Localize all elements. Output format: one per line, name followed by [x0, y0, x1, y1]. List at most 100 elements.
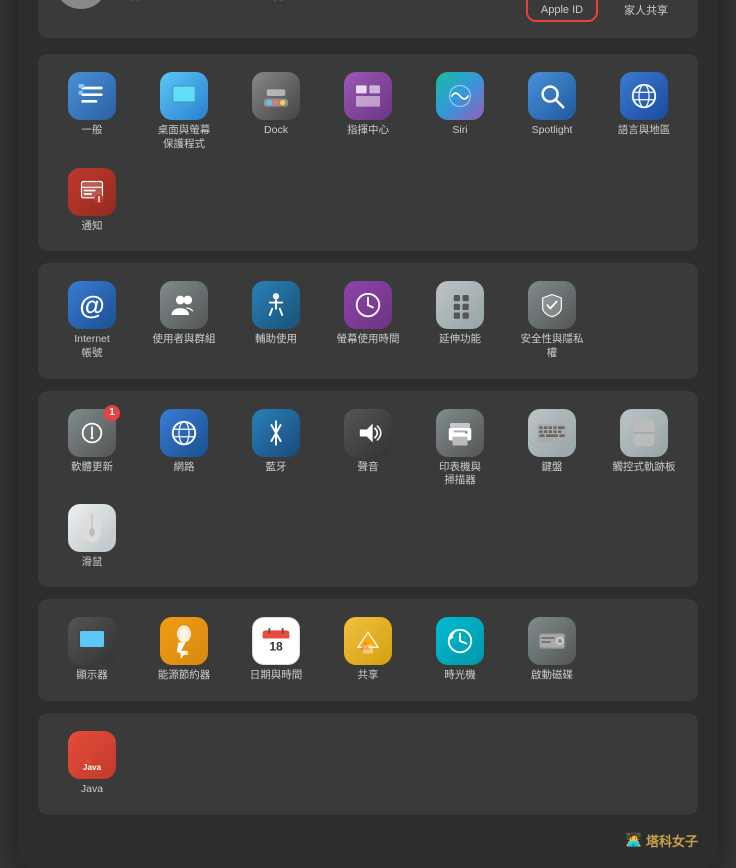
network-icon: [169, 418, 199, 448]
pref-desktop[interactable]: 桌面與螢幕 保護程式: [140, 68, 228, 155]
datetime-icon: 18: [260, 625, 292, 657]
apple-id-button[interactable]: Apple ID: [526, 0, 598, 22]
users-icon: [169, 290, 199, 320]
pref-keyboard-label: 鍵盤: [542, 461, 563, 475]
pref-accessibility[interactable]: 輔助使用: [232, 277, 320, 364]
pref-datetime[interactable]: 18 日期與時間: [232, 613, 320, 687]
pref-network[interactable]: 網路: [140, 405, 228, 492]
content-area: 👤 Rachel Jian Apple ID、iCloud、媒體與 App St…: [18, 0, 718, 868]
pref-mission-label: 指揮中心: [347, 124, 389, 138]
profile-section: 👤 Rachel Jian Apple ID、iCloud、媒體與 App St…: [38, 0, 698, 38]
pref-extensions-label: 延伸功能: [439, 333, 481, 347]
pref-displays[interactable]: 顯示器: [48, 613, 136, 687]
pref-keyboard[interactable]: 鍵盤: [508, 405, 596, 492]
main-window: ‹ › ⠿ 系統偏好設定 🔍 👤 Rachel Jian Apple ID、iC…: [18, 0, 718, 868]
pref-language[interactable]: 語言與地區: [600, 68, 688, 155]
keyboard-icon: [536, 422, 568, 444]
family-sharing-label: 家人共享: [624, 2, 668, 18]
pref-sharing-label: 共享: [358, 669, 379, 683]
trackpad-icon: [630, 417, 658, 449]
pref-bluetooth-label: 藍牙: [266, 461, 287, 475]
pref-sound[interactable]: 聲音: [324, 405, 412, 492]
startup-icon: [536, 628, 568, 654]
pref-network-label: 網路: [174, 461, 195, 475]
pref-internet-label: Internet 帳號: [74, 333, 110, 360]
svg-text:18: 18: [269, 640, 283, 654]
grid-section-4: 顯示器 能源節約器: [38, 599, 698, 701]
profile-info: Rachel Jian Apple ID、iCloud、媒體與 App Stor…: [122, 0, 526, 2]
accessibility-icon: [261, 290, 291, 320]
icon-grid-1: 一般 桌面與螢幕 保護程式: [48, 68, 688, 237]
pref-bluetooth[interactable]: 藍牙: [232, 405, 320, 492]
pref-internet[interactable]: @ Internet 帳號: [48, 277, 136, 364]
pref-timemachine[interactable]: 時光機: [416, 613, 504, 687]
pref-security[interactable]: 安全性與隱私權: [508, 277, 596, 364]
icon-grid-5: Java Java: [48, 727, 688, 801]
pref-users[interactable]: 使用者與群組: [140, 277, 228, 364]
notifications-icon: [78, 178, 106, 206]
profile-subtitle: Apple ID、iCloud、媒體與 App Store: [122, 0, 526, 2]
avatar: 👤: [54, 0, 108, 9]
grid-section-5: Java Java: [38, 713, 698, 815]
pref-printers[interactable]: 印表機與 掃描器: [416, 405, 504, 492]
pref-displays-label: 顯示器: [76, 669, 108, 683]
mission-control-icon: [352, 80, 384, 112]
svg-text:Java: Java: [83, 763, 102, 770]
pref-mission[interactable]: 指揮中心: [324, 68, 412, 155]
pref-dock-label: Dock: [264, 124, 288, 138]
language-icon: [629, 81, 659, 111]
pref-datetime-label: 日期與時間: [250, 669, 303, 683]
software-update-icon: [78, 419, 106, 447]
pref-printers-label: 印表機與 掃描器: [439, 461, 481, 488]
pref-mouse-label: 滑鼠: [82, 556, 103, 570]
java-icon: Java: [78, 740, 106, 770]
pref-dock[interactable]: Dock: [232, 68, 320, 155]
timemachine-icon: [445, 626, 475, 656]
pref-trackpad[interactable]: 觸控式軌跡板: [600, 405, 688, 492]
pref-accessibility-label: 輔助使用: [255, 333, 297, 347]
pref-energy-label: 能源節約器: [158, 669, 211, 683]
screentime-icon: [353, 290, 383, 320]
software-update-badge: 1: [104, 405, 120, 421]
pref-language-label: 語言與地區: [618, 124, 671, 138]
bluetooth-icon: [264, 418, 288, 448]
printers-icon: [445, 419, 475, 447]
pref-security-label: 安全性與隱私權: [518, 333, 586, 360]
pref-screentime[interactable]: 螢幕使用時間: [324, 277, 412, 364]
pref-general-label: 一般: [82, 124, 103, 138]
sharing-icon: [353, 627, 383, 655]
pref-spotlight-label: Spotlight: [532, 124, 573, 138]
family-sharing-button[interactable]: 家人共享: [610, 0, 682, 24]
pref-screentime-label: 螢幕使用時間: [337, 333, 400, 347]
pref-desktop-label: 桌面與螢幕 保護程式: [158, 124, 211, 151]
pref-notifications[interactable]: 通知: [48, 164, 136, 238]
pref-notifications-label: 通知: [82, 220, 103, 234]
watermark: 🧑‍💻 塔科女子: [38, 827, 698, 852]
apple-id-label: Apple ID: [541, 4, 583, 16]
dock-icon: [260, 80, 292, 112]
grid-section-2: @ Internet 帳號 使用者與群組: [38, 263, 698, 378]
pref-mouse[interactable]: 滑鼠: [48, 500, 136, 574]
energy-icon: [171, 624, 197, 658]
extensions-icon: [445, 290, 475, 320]
displays-icon: [76, 628, 108, 654]
watermark-emoji: 🧑‍💻: [626, 832, 642, 848]
pref-spotlight[interactable]: Spotlight: [508, 68, 596, 155]
grid-section-1: 一般 桌面與螢幕 保護程式: [38, 54, 698, 251]
icon-grid-2: @ Internet 帳號 使用者與群組: [48, 277, 688, 364]
icon-grid-4: 顯示器 能源節約器: [48, 613, 688, 687]
pref-timemachine-label: 時光機: [444, 669, 476, 683]
pref-general[interactable]: 一般: [48, 68, 136, 155]
profile-icons: Apple ID 家人共享: [526, 0, 682, 24]
pref-software-update[interactable]: 1 軟體更新: [48, 405, 136, 492]
pref-sharing[interactable]: 共享: [324, 613, 412, 687]
pref-startup[interactable]: 啟動磁碟: [508, 613, 596, 687]
general-icon: [76, 80, 108, 112]
pref-energy[interactable]: 能源節約器: [140, 613, 228, 687]
internet-at-icon: @: [79, 290, 104, 321]
pref-startup-label: 啟動磁碟: [531, 669, 573, 683]
pref-extensions[interactable]: 延伸功能: [416, 277, 504, 364]
pref-java[interactable]: Java Java: [48, 727, 136, 801]
pref-siri[interactable]: Siri: [416, 68, 504, 155]
icon-grid-3: 1 軟體更新 網路: [48, 405, 688, 574]
